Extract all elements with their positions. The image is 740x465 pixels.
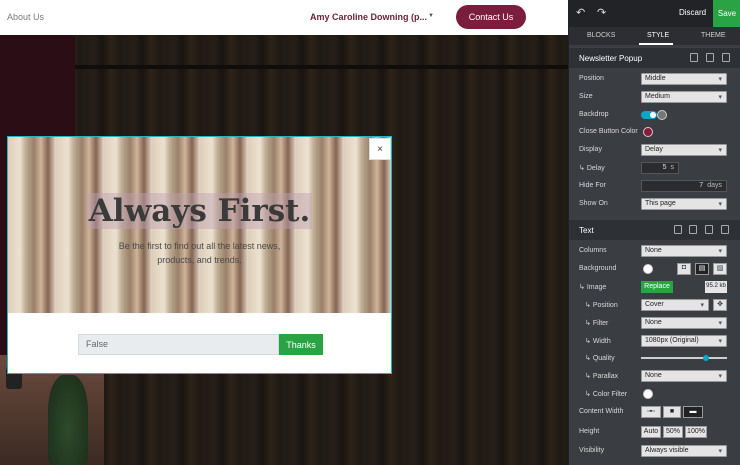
parallax-select[interactable]: None bbox=[641, 370, 727, 382]
newsletter-section-header: Newsletter Popup bbox=[569, 48, 740, 68]
filter-label: ↳ Filter bbox=[585, 320, 609, 327]
height-100[interactable]: 100% bbox=[685, 426, 707, 438]
size-select[interactable]: Medium bbox=[641, 91, 727, 103]
email-field[interactable]: False bbox=[78, 334, 279, 355]
camera-icon[interactable]: ◘ bbox=[677, 263, 691, 275]
content-width-label: Content Width bbox=[579, 408, 624, 415]
active-tab-indicator bbox=[639, 43, 673, 45]
color-filter-label: ↳ Color Filter bbox=[585, 391, 628, 398]
undo-icon[interactable]: ↶ bbox=[576, 6, 585, 19]
image-position-label: ↳ Position bbox=[585, 302, 618, 309]
image-label: ↳ Image bbox=[579, 284, 607, 291]
tab-style[interactable]: STYLE bbox=[647, 32, 669, 39]
filter-select[interactable]: None bbox=[641, 317, 727, 329]
show-on-label: Show On bbox=[579, 200, 608, 207]
popup-title: Always First. bbox=[8, 193, 391, 229]
background-label: Background bbox=[579, 265, 617, 272]
panel-toolbar: ↶ ↷ Discard Save bbox=[569, 0, 740, 27]
display-label: Display bbox=[579, 146, 602, 153]
size-label: Size bbox=[579, 93, 593, 100]
display-select[interactable]: Delay bbox=[641, 144, 727, 156]
film-icon[interactable]: ▤ bbox=[695, 263, 709, 275]
width-label: ↳ Width bbox=[585, 338, 611, 345]
visibility-select[interactable]: Always visible bbox=[641, 445, 727, 457]
content-width-narrow-icon[interactable]: ▫▪▫ bbox=[641, 406, 661, 418]
quality-slider-knob[interactable] bbox=[702, 355, 709, 361]
content-width-full-icon[interactable]: ▬ bbox=[683, 406, 703, 418]
content-width-medium-icon[interactable]: ■ bbox=[663, 406, 681, 418]
copy-icon[interactable] bbox=[705, 225, 713, 234]
site-topbar: About Us Amy Caroline Downing (p... ▼ Co… bbox=[0, 0, 568, 35]
image-position-select[interactable]: Cover bbox=[641, 299, 709, 311]
hide-for-input[interactable]: 7 days bbox=[641, 180, 727, 192]
panel-tabs: BLOCKS STYLE THEME bbox=[569, 27, 740, 45]
hide-for-unit: days bbox=[707, 182, 722, 189]
site-preview: About Us Amy Caroline Downing (p... ▼ Co… bbox=[0, 0, 568, 465]
close-color-label: Close Button Color bbox=[579, 128, 638, 135]
color-filter-label-text: Color Filter bbox=[592, 391, 628, 398]
editor-panel: ↶ ↷ Discard Save BLOCKS STYLE THEME News… bbox=[568, 0, 740, 465]
backdrop-toggle[interactable] bbox=[641, 111, 657, 119]
quality-label: ↳ Quality bbox=[585, 355, 615, 362]
hide-for-label: Hide For bbox=[579, 182, 606, 189]
trash-icon[interactable] bbox=[721, 225, 729, 234]
caret-down-icon[interactable]: ▼ bbox=[428, 13, 434, 19]
file-size-badge: 95.2 kb bbox=[705, 281, 727, 293]
nav-about-link[interactable]: About Us bbox=[7, 12, 44, 22]
quality-label-text: Quality bbox=[592, 355, 615, 362]
popup-subtitle: Be the first to find out all the latest … bbox=[118, 241, 281, 265]
width-select[interactable]: 1080px (Original) bbox=[641, 335, 727, 347]
height-label: Height bbox=[579, 428, 600, 435]
width-label-text: Width bbox=[592, 338, 611, 345]
crosshair-icon[interactable]: ✥ bbox=[713, 299, 727, 311]
filter-label-text: Filter bbox=[592, 320, 609, 327]
discard-button[interactable]: Discard bbox=[679, 8, 706, 17]
save-icon[interactable] bbox=[674, 225, 682, 234]
position-select[interactable]: Middle bbox=[641, 73, 727, 85]
close-icon[interactable]: × bbox=[369, 138, 391, 160]
newsletter-section-title: Newsletter Popup bbox=[579, 54, 643, 63]
color-filter-swatch[interactable] bbox=[643, 389, 653, 399]
parallax-label-text: Parallax bbox=[592, 373, 619, 380]
tab-theme[interactable]: THEME bbox=[701, 32, 726, 39]
visibility-label: Visibility bbox=[579, 447, 605, 454]
position-label: Position bbox=[579, 75, 604, 82]
text-section-header: Text bbox=[569, 220, 740, 240]
replace-button[interactable]: Replace bbox=[641, 281, 673, 293]
delay-input[interactable]: 5s bbox=[641, 162, 679, 174]
delay-label: ↳ Delay bbox=[579, 165, 605, 172]
save-button[interactable]: Save bbox=[713, 0, 740, 27]
owner-dropdown[interactable]: Amy Caroline Downing (p... bbox=[310, 12, 427, 22]
contact-us-button[interactable]: Contact Us bbox=[456, 5, 526, 29]
mobile-icon[interactable] bbox=[689, 225, 697, 234]
trash-icon[interactable] bbox=[722, 53, 730, 62]
delay-value: 5 bbox=[662, 164, 667, 171]
columns-label: Columns bbox=[579, 247, 607, 254]
image-position-label-text: Position bbox=[592, 302, 618, 309]
delay-label-text: Delay bbox=[586, 165, 605, 172]
plant-shape bbox=[48, 375, 88, 465]
save-icon[interactable] bbox=[690, 53, 698, 62]
backdrop-color-swatch[interactable] bbox=[657, 110, 667, 120]
quality-slider[interactable] bbox=[641, 357, 727, 359]
popup-hero-image: Always First. Be the first to find out a… bbox=[8, 137, 391, 313]
height-auto[interactable]: Auto bbox=[641, 426, 661, 438]
image-label-text: Image bbox=[586, 284, 607, 291]
submit-button[interactable]: Thanks bbox=[279, 334, 323, 355]
copy-icon[interactable] bbox=[706, 53, 714, 62]
background-color-swatch[interactable] bbox=[643, 264, 653, 274]
tab-blocks[interactable]: BLOCKS bbox=[587, 32, 615, 39]
popup-title-text: Always First. bbox=[86, 193, 313, 229]
newsletter-popup: Always First. Be the first to find out a… bbox=[7, 136, 392, 374]
backdrop-label: Backdrop bbox=[579, 111, 609, 118]
delay-unit: s bbox=[670, 164, 675, 171]
parallax-label: ↳ Parallax bbox=[585, 373, 619, 380]
height-50[interactable]: 50% bbox=[663, 426, 683, 438]
columns-select[interactable]: None bbox=[641, 245, 727, 257]
image-icon[interactable]: ▨ bbox=[713, 263, 727, 275]
redo-icon[interactable]: ↷ bbox=[597, 6, 606, 19]
text-section-title: Text bbox=[579, 226, 594, 235]
close-color-swatch[interactable] bbox=[643, 127, 653, 137]
show-on-select[interactable]: This page bbox=[641, 198, 727, 210]
